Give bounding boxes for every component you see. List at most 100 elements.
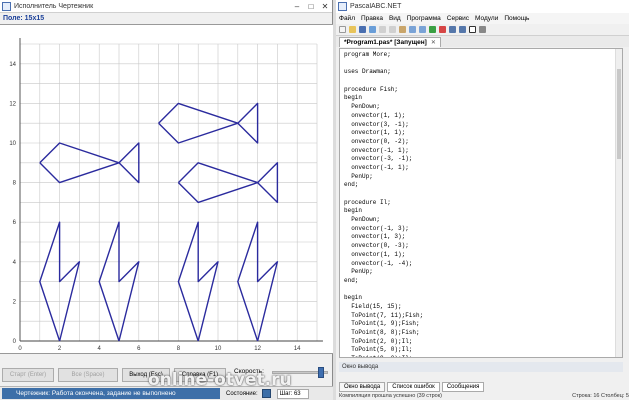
y-tick-label: 4 — [13, 260, 17, 266]
watermark-text: online-otvet.ru — [148, 370, 292, 390]
code-line[interactable]: onvector(-1, -4); — [344, 260, 622, 269]
code-line[interactable]: end; — [344, 181, 622, 190]
code-line[interactable]: PenDown; — [344, 103, 622, 112]
close-icon[interactable]: ✕ — [318, 2, 332, 11]
code-line[interactable] — [344, 190, 622, 199]
y-tick-label: 2 — [13, 299, 17, 305]
maximize-icon[interactable]: □ — [304, 2, 318, 11]
save-icon[interactable] — [359, 26, 366, 33]
code-line[interactable]: ToPoint(2, 0);Il; — [344, 338, 622, 347]
run-icon[interactable] — [429, 26, 436, 33]
code-line[interactable]: onvector(3, -1); — [344, 121, 622, 130]
ide-window: PascalABC.NET Файл Правка Вид Программа … — [336, 0, 629, 400]
step-into-icon[interactable] — [449, 26, 456, 33]
x-tick-label: 12 — [254, 346, 261, 352]
code-line[interactable] — [344, 286, 622, 295]
code-line[interactable]: ToPoint(5, 0);Il; — [344, 346, 622, 355]
compile-status: Компиляция прошла успешно (39 строк) — [339, 393, 442, 399]
tab-output[interactable]: Окно вывода — [339, 382, 386, 392]
menu-edit[interactable]: Правка — [361, 15, 383, 22]
code-editor[interactable]: program More; uses Drawman; procedure Fish… — [339, 48, 623, 358]
state-label: Состояние: — [226, 390, 258, 397]
drawer-titlebar: Исполнитель Чертежник – □ ✕ — [0, 0, 332, 13]
field-size-label: Поле: 15х15 — [3, 15, 45, 22]
code-line[interactable]: onvector(1, 1); — [344, 251, 622, 260]
code-line[interactable]: begin — [344, 207, 622, 216]
code-text[interactable]: program More; uses Drawman; procedure Fish… — [340, 49, 622, 357]
menu-file[interactable]: Файл — [339, 15, 355, 22]
editor-scroll-thumb[interactable] — [617, 69, 621, 159]
code-line[interactable]: uses Drawman; — [344, 68, 622, 77]
tab-messages[interactable]: Сообщения — [441, 382, 485, 392]
step-over-icon[interactable] — [459, 26, 466, 33]
speed-slider-thumb[interactable] — [318, 367, 324, 378]
tab-program1[interactable]: *Program1.pas* [Запущен] ✕ — [339, 37, 441, 47]
code-line[interactable]: onvector(-1, 1); — [344, 147, 622, 156]
ide-toolbar — [336, 24, 629, 36]
code-line[interactable]: begin — [344, 294, 622, 303]
code-line[interactable]: procedure Il; — [344, 199, 622, 208]
code-line[interactable]: onvector(-3, -1); — [344, 155, 622, 164]
format-icon[interactable] — [479, 26, 486, 33]
code-line[interactable]: ToPoint(9, 0);Il; — [344, 355, 622, 357]
state-indicator — [261, 389, 271, 398]
code-line[interactable]: ToPoint(8, 8);Fish; — [344, 329, 622, 338]
code-line[interactable]: onvector(0, -3); — [344, 242, 622, 251]
code-line[interactable]: onvector(-1, 1); — [344, 164, 622, 173]
tab-program1-label: *Program1.pas* [Запущен] — [344, 39, 427, 46]
code-line[interactable]: begin — [344, 94, 622, 103]
layout-icon[interactable] — [469, 26, 476, 33]
ide-titlebar: PascalABC.NET — [336, 0, 629, 13]
code-line[interactable]: Field(15, 15); — [344, 303, 622, 312]
code-line[interactable]: program More; — [344, 51, 622, 60]
ide-menubar: Файл Правка Вид Программа Сервис Модули … — [336, 13, 629, 24]
start-button[interactable]: Старт (Enter) — [2, 368, 54, 382]
drawer-app-icon — [2, 1, 11, 11]
code-line[interactable]: onvector(-1, 3); — [344, 225, 622, 234]
y-tick-label: 0 — [13, 339, 17, 345]
step-counter: Шаг: 63 — [276, 388, 309, 399]
open-folder-icon[interactable] — [349, 26, 356, 33]
code-line[interactable]: ToPoint(1, 9);Fish; — [344, 320, 622, 329]
x-tick-label: 14 — [294, 346, 301, 352]
minimize-icon[interactable]: – — [290, 2, 304, 11]
save-all-icon[interactable] — [369, 26, 376, 33]
code-line[interactable]: PenUp; — [344, 173, 622, 182]
code-line[interactable]: onvector(1, 3); — [344, 233, 622, 242]
menu-modules[interactable]: Модули — [475, 15, 498, 22]
tab-close-icon[interactable]: ✕ — [431, 40, 436, 46]
code-line[interactable]: onvector(0, -2); — [344, 138, 622, 147]
bottom-tabs: Окно вывода Список ошибок Сообщения — [339, 382, 486, 392]
code-line[interactable]: ToPoint(7, 11);Fish; — [344, 312, 622, 321]
code-line[interactable]: procedure Fish; — [344, 86, 622, 95]
tab-errors[interactable]: Список ошибок — [387, 382, 440, 392]
x-tick-label: 0 — [18, 346, 22, 352]
code-line[interactable]: PenUp; — [344, 268, 622, 277]
redo-icon[interactable] — [419, 26, 426, 33]
undo-icon[interactable] — [409, 26, 416, 33]
paste-icon[interactable] — [399, 26, 406, 33]
new-file-icon[interactable] — [339, 26, 346, 33]
x-tick-label: 6 — [137, 346, 141, 352]
copy-icon[interactable] — [389, 26, 396, 33]
code-line[interactable]: end; — [344, 277, 622, 286]
all-steps-button[interactable]: Все (Space) — [58, 368, 118, 382]
menu-service[interactable]: Сервис — [447, 15, 469, 22]
menu-program[interactable]: Программа — [407, 15, 441, 22]
code-line[interactable]: onvector(1, 1); — [344, 129, 622, 138]
editor-scrollbar[interactable] — [615, 49, 622, 357]
document-tabs: *Program1.pas* [Запущен] ✕ — [336, 36, 629, 47]
stop-icon[interactable] — [439, 26, 446, 33]
code-line[interactable]: onvector(1, 1); — [344, 112, 622, 121]
output-window-header: Окно вывода — [339, 362, 623, 372]
drawer-window: Исполнитель Чертежник – □ ✕ Поле: 15х15 … — [0, 0, 333, 400]
code-line[interactable] — [344, 77, 622, 86]
code-line[interactable]: PenDown; — [344, 216, 622, 225]
x-tick-label: 10 — [215, 346, 222, 352]
x-tick-label: 4 — [98, 346, 102, 352]
menu-view[interactable]: Вид — [389, 15, 401, 22]
cut-icon[interactable] — [379, 26, 386, 33]
menu-help[interactable]: Помощь — [504, 15, 529, 22]
code-line[interactable] — [344, 60, 622, 69]
ide-app-icon — [338, 2, 347, 11]
